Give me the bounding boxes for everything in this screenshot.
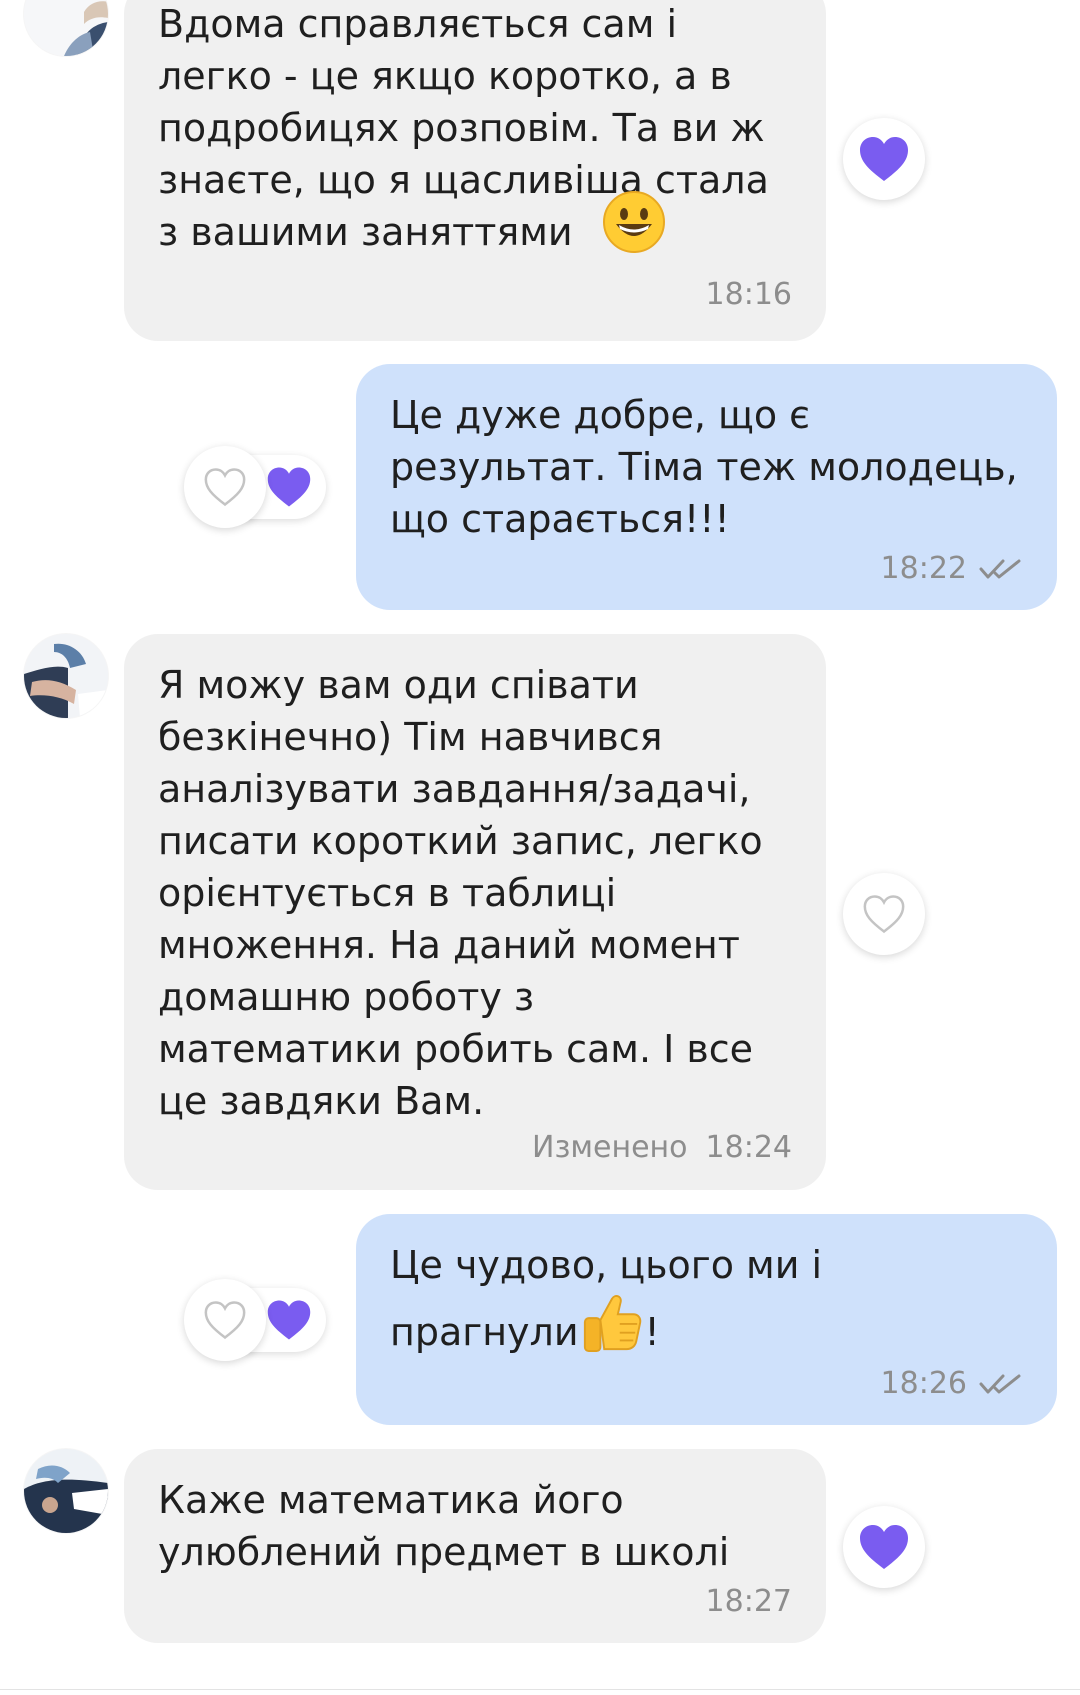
message-bubble-incoming[interactable]: Я можу вам оди співати безкінечно) Тім н… xyxy=(124,634,826,1190)
message-meta: 18:26 xyxy=(881,1367,1023,1401)
message-text: Це дуже добре, що є результат. Тіма теж … xyxy=(390,393,1018,541)
thumbs-up-emoji xyxy=(583,1295,641,1353)
heart-outline-button[interactable] xyxy=(843,873,925,955)
message-meta: 18:16 xyxy=(706,278,792,312)
heart-filled-icon xyxy=(267,467,311,507)
divider xyxy=(0,1689,1080,1690)
message-time: 18:26 xyxy=(880,1366,967,1401)
message-text: Я можу вам оди співати безкінечно) Тім н… xyxy=(158,663,763,1123)
sender-avatar[interactable] xyxy=(24,0,108,56)
double-check-icon xyxy=(979,559,1021,579)
heart-outline-icon xyxy=(863,895,905,934)
message-text: Вдома справляється сам і легко - це якщо… xyxy=(158,2,769,254)
message-time: 18:24 xyxy=(705,1130,792,1165)
edited-label: Изменено xyxy=(532,1130,688,1165)
message-text: Каже математика його улюблений предмет в… xyxy=(158,1478,730,1574)
heart-reaction-button[interactable] xyxy=(843,1506,925,1588)
message-bubble-incoming[interactable]: Вдома справляється сам і легко - це якщо… xyxy=(124,0,826,341)
message-bubble-incoming[interactable]: Каже математика його улюблений предмет в… xyxy=(124,1449,826,1643)
message-bubble-outgoing[interactable]: Це дуже добре, що є результат. Тіма теж … xyxy=(356,364,1057,610)
heart-filled-icon xyxy=(860,1525,908,1569)
heart-filled-icon xyxy=(860,137,908,181)
heart-outline-icon xyxy=(204,1301,246,1340)
heart-reaction-button[interactable] xyxy=(843,118,925,200)
message-time: 18:22 xyxy=(880,551,967,586)
grinning-face-emoji xyxy=(603,191,665,253)
heart-outline-button[interactable] xyxy=(184,1279,266,1361)
message-time: 18:16 xyxy=(705,277,792,312)
message-bubble-outgoing[interactable]: Це чудово, цього ми і прагнули ! 18:26 xyxy=(356,1214,1057,1425)
chat-thread: Вдома справляється сам і легко - це якщо… xyxy=(0,0,1080,1695)
message-meta: 18:27 xyxy=(706,1585,792,1619)
heart-filled-icon xyxy=(267,1300,311,1340)
sender-avatar[interactable] xyxy=(24,1449,108,1533)
heart-outline-icon xyxy=(204,468,246,507)
sender-avatar[interactable] xyxy=(24,634,108,718)
message-time: 18:27 xyxy=(705,1584,792,1619)
message-text-suffix: ! xyxy=(644,1310,660,1354)
reaction-pill[interactable] xyxy=(184,446,326,528)
message-meta: 18:22 xyxy=(881,552,1023,586)
heart-outline-button[interactable] xyxy=(184,446,266,528)
reaction-pill[interactable] xyxy=(184,1279,326,1361)
double-check-icon xyxy=(979,1374,1021,1394)
message-meta: Изменено 18:24 xyxy=(532,1131,792,1165)
